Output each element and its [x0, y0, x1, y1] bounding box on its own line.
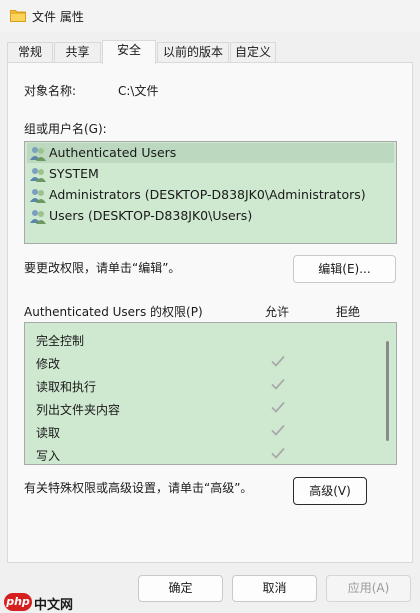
user-item-administrators[interactable]: Administrators (DESKTOP-D838JK0\Administ…: [27, 185, 394, 205]
perm-name: 写入: [36, 449, 61, 463]
check-icon: [271, 401, 285, 413]
user-item-authenticated-users[interactable]: Authenticated Users: [27, 143, 394, 163]
user-item-users[interactable]: Users (DESKTOP-D838JK0\Users): [27, 206, 394, 226]
perm-name: 读取: [36, 426, 61, 440]
allow-header: 允许: [265, 305, 290, 319]
window-title: 文件 属性: [32, 10, 84, 24]
ok-button[interactable]: 确定: [138, 575, 223, 602]
check-icon: [271, 447, 285, 459]
permissions-label: Authenticated Users 的权限(P): [24, 305, 203, 319]
group-user-label: 组或用户名(G):: [24, 122, 107, 136]
check-icon: [271, 424, 285, 436]
advanced-hint: 有关特殊权限或高级设置，请单击“高级”。: [24, 481, 253, 495]
perm-row-write: 写入: [25, 443, 377, 464]
permissions-list[interactable]: 完全控制 修改 读取和执行 列出文件夹内容 读取 写入: [24, 322, 397, 465]
perm-name: 读取和执行: [36, 380, 97, 394]
user-group-icon: [30, 168, 46, 182]
user-group-icon: [30, 147, 46, 161]
scrollbar-thumb[interactable]: [386, 341, 389, 441]
apply-button[interactable]: 应用(A): [326, 575, 411, 602]
scrollbar[interactable]: [380, 323, 396, 464]
cancel-button[interactable]: 取消: [232, 575, 317, 602]
user-name: Administrators (DESKTOP-D838JK0\Administ…: [49, 187, 366, 202]
user-name: Users (DESKTOP-D838JK0\Users): [49, 208, 253, 223]
user-group-icon: [30, 189, 46, 203]
folder-icon: [10, 10, 26, 22]
check-icon: [271, 355, 285, 367]
perm-name: 修改: [36, 357, 61, 371]
perm-name: 列出文件夹内容: [36, 403, 121, 417]
perm-row-full-control: 完全控制: [25, 328, 377, 351]
object-name-label: 对象名称:: [24, 84, 77, 98]
php-logo: php: [4, 593, 32, 611]
tab-general[interactable]: 常规: [7, 42, 53, 63]
advanced-button[interactable]: 高级(V): [293, 477, 367, 505]
edit-button[interactable]: 编辑(E)...: [293, 255, 396, 283]
tab-previous-versions[interactable]: 以前的版本: [157, 42, 229, 63]
tab-security[interactable]: 安全: [102, 40, 156, 64]
title-bar: 文件 属性: [0, 0, 420, 32]
tab-sharing[interactable]: 共享: [54, 42, 101, 63]
perm-name: 完全控制: [36, 334, 85, 348]
perm-row-read-execute: 读取和执行: [25, 374, 377, 397]
watermark-text: 中文网: [34, 598, 74, 613]
user-list[interactable]: Authenticated Users SYSTEM Administrator…: [24, 141, 397, 244]
user-name: SYSTEM: [49, 166, 99, 181]
watermark: php 中文网: [4, 593, 84, 613]
tab-customize[interactable]: 自定义: [230, 42, 276, 63]
check-icon: [271, 378, 285, 390]
security-panel: 对象名称: C:\文件 组或用户名(G): Authenticated User…: [7, 62, 413, 563]
deny-header: 拒绝: [336, 305, 361, 319]
perm-row-list-folder: 列出文件夹内容: [25, 397, 377, 420]
perm-row-read: 读取: [25, 420, 377, 443]
change-permissions-hint: 要更改权限，请单击“编辑”。: [24, 261, 181, 275]
user-group-icon: [30, 210, 46, 224]
user-item-system[interactable]: SYSTEM: [27, 164, 394, 184]
perm-row-modify: 修改: [25, 351, 377, 374]
object-name-value: C:\文件: [118, 84, 159, 98]
user-name: Authenticated Users: [49, 145, 177, 160]
